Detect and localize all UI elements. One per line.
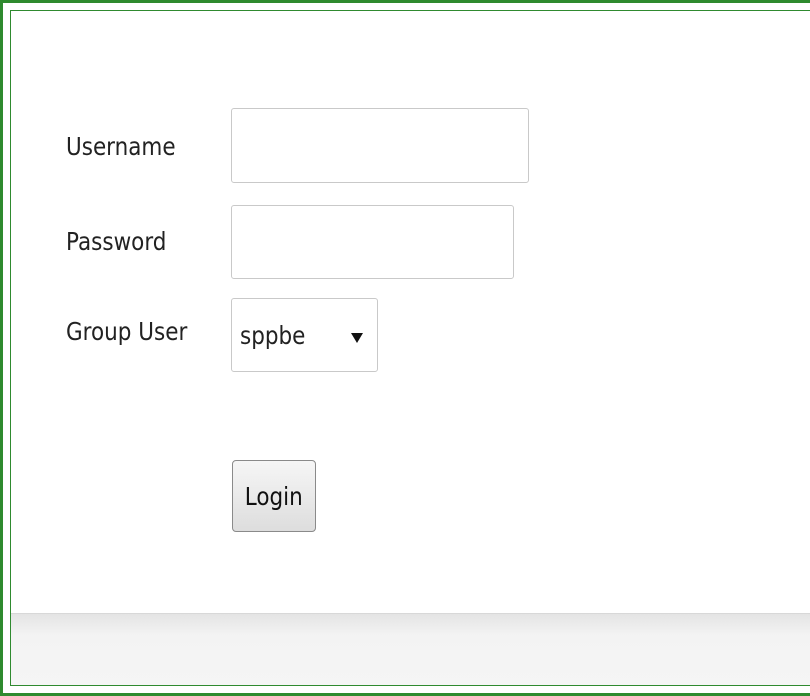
login-button-label: Login xyxy=(244,481,303,511)
chevron-down-icon xyxy=(351,333,363,343)
footer-band xyxy=(11,613,810,685)
password-input[interactable] xyxy=(231,205,514,279)
username-label: Username xyxy=(66,132,176,161)
group-user-selected-value: sppbe xyxy=(240,321,306,350)
login-panel-frame: Username Password Group User sppbe Login xyxy=(0,0,810,696)
group-user-label: Group User xyxy=(66,317,188,346)
login-button[interactable]: Login xyxy=(232,460,316,532)
username-input[interactable] xyxy=(231,108,529,183)
password-label: Password xyxy=(66,227,167,256)
group-user-select[interactable]: sppbe xyxy=(231,298,378,372)
